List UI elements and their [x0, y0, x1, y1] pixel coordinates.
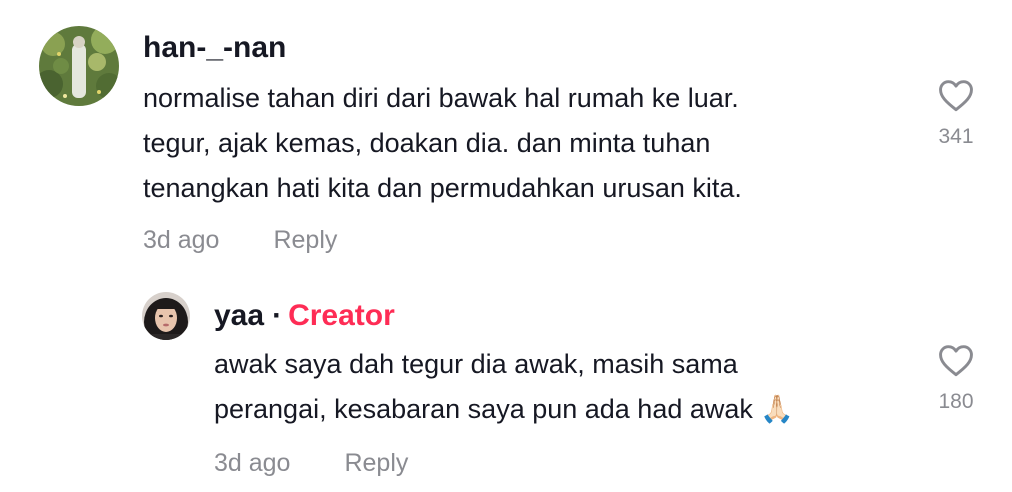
heart-outline-icon[interactable]	[937, 78, 975, 112]
comment-line: tegur, ajak kemas, doakan dia. dan minta…	[143, 128, 711, 158]
comment-line: tenangkan hati kita dan permudahkan urus…	[143, 173, 742, 203]
comment-timestamp: 3d ago	[143, 226, 220, 254]
reply-header: yaa · Creator	[214, 298, 395, 334]
reply-button[interactable]: Reply	[273, 226, 337, 254]
heart-outline-icon[interactable]	[937, 343, 975, 377]
like-count: 341	[938, 125, 974, 148]
reply-line: perangai, kesabaran saya pun ada had awa…	[214, 394, 795, 424]
reply-meta: 3d ago Reply	[214, 448, 408, 478]
reply-text: awak saya dah tegur dia awak, masih sama…	[214, 342, 794, 432]
comment-meta: 3d ago Reply	[143, 225, 337, 255]
separator-dot: ·	[272, 299, 283, 332]
avatar[interactable]	[142, 292, 190, 340]
avatar[interactable]	[39, 26, 119, 106]
creator-badge: Creator	[288, 299, 395, 332]
reply-timestamp: 3d ago	[214, 449, 291, 477]
comment-line: normalise tahan diri dari bawak hal ruma…	[143, 83, 739, 113]
comment-username[interactable]: han-_-nan	[143, 30, 286, 66]
reply-line: awak saya dah tegur dia awak, masih sama	[214, 349, 738, 379]
comment-text: normalise tahan diri dari bawak hal ruma…	[143, 76, 742, 211]
like-button[interactable]: 180	[926, 343, 986, 415]
reply-username[interactable]: yaa	[214, 299, 264, 332]
reply-button[interactable]: Reply	[344, 449, 408, 477]
like-count: 180	[938, 390, 974, 413]
like-button[interactable]: 341	[926, 78, 986, 150]
